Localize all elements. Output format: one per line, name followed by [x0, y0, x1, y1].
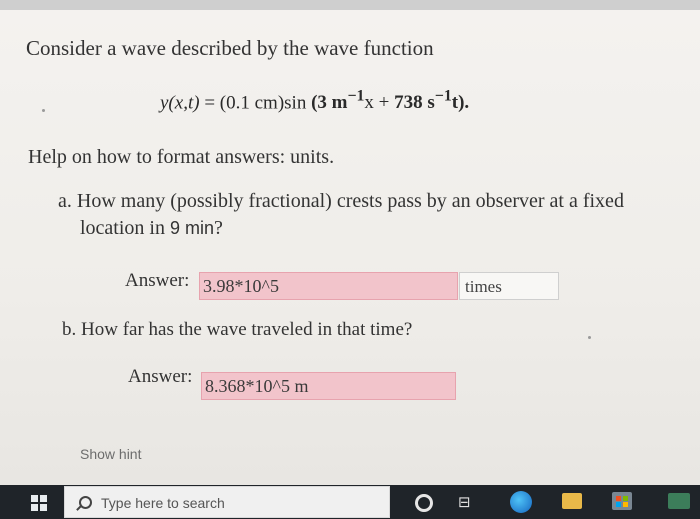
edge-browser-icon[interactable] — [510, 491, 532, 513]
part-a-answer-label: Answer: — [125, 270, 190, 291]
equation-omega: 738 — [394, 92, 423, 114]
store-icon[interactable] — [612, 492, 632, 510]
equation-amplitude: = (0.1 cm)sin — [199, 92, 307, 114]
equation-argument: (3 m−1x + 738 s−1t). — [306, 88, 470, 114]
equation-paren-open: ( — [306, 92, 318, 114]
search-icon — [79, 496, 92, 509]
decor-dot — [42, 109, 45, 112]
part-b-answer-input[interactable]: 8.368*10^5 m — [201, 372, 456, 400]
equation-exp-2: −1 — [434, 88, 452, 105]
part-a-qmark: ? — [214, 217, 223, 239]
question-intro: Consider a wave described by the wave fu… — [26, 36, 434, 60]
file-explorer-icon[interactable] — [562, 493, 582, 509]
pinned-app-icon[interactable] — [668, 493, 690, 509]
equation-lhs: y(x,t) — [160, 92, 200, 114]
equation-x-plus: x + — [364, 92, 395, 114]
task-view-icon[interactable]: ⊟ — [458, 493, 476, 511]
wave-equation: y(x,t) = (0.1 cm)sin (3 m−1x + 738 s−1t)… — [160, 88, 469, 114]
help-units-link[interactable]: Help on how to format answers: units. — [28, 146, 334, 169]
taskbar-search-placeholder: Type here to search — [101, 495, 225, 511]
part-b-answer-label: Answer: — [128, 366, 193, 387]
show-hint-link[interactable]: Show hint — [80, 446, 141, 462]
part-a-question: a. How many (possibly fractional) crests… — [58, 190, 624, 212]
taskbar-search-box[interactable]: Type here to search — [64, 486, 390, 518]
part-a-time: 9 min — [169, 218, 214, 238]
equation-unit-m: m — [326, 92, 348, 114]
windows-taskbar: Type here to search ⊟ — [0, 485, 700, 519]
cortana-icon[interactable] — [415, 494, 433, 512]
equation-k: 3 — [317, 92, 327, 114]
part-a-question-line2: location in 9 min? — [80, 217, 223, 240]
part-a-text: location in — [80, 217, 170, 239]
equation-unit-s: s — [422, 92, 435, 114]
equation-exp-1: −1 — [347, 88, 365, 105]
windows-start-icon[interactable] — [31, 495, 47, 511]
part-a-answer-input[interactable]: 3.98*10^5 — [199, 272, 458, 300]
equation-paren-close: ). — [458, 92, 470, 114]
part-a-unit-field[interactable]: times — [459, 272, 559, 300]
question-page: Consider a wave described by the wave fu… — [0, 0, 700, 485]
part-b-question: b. How far has the wave traveled in that… — [62, 319, 413, 340]
decor-dot — [588, 336, 591, 339]
